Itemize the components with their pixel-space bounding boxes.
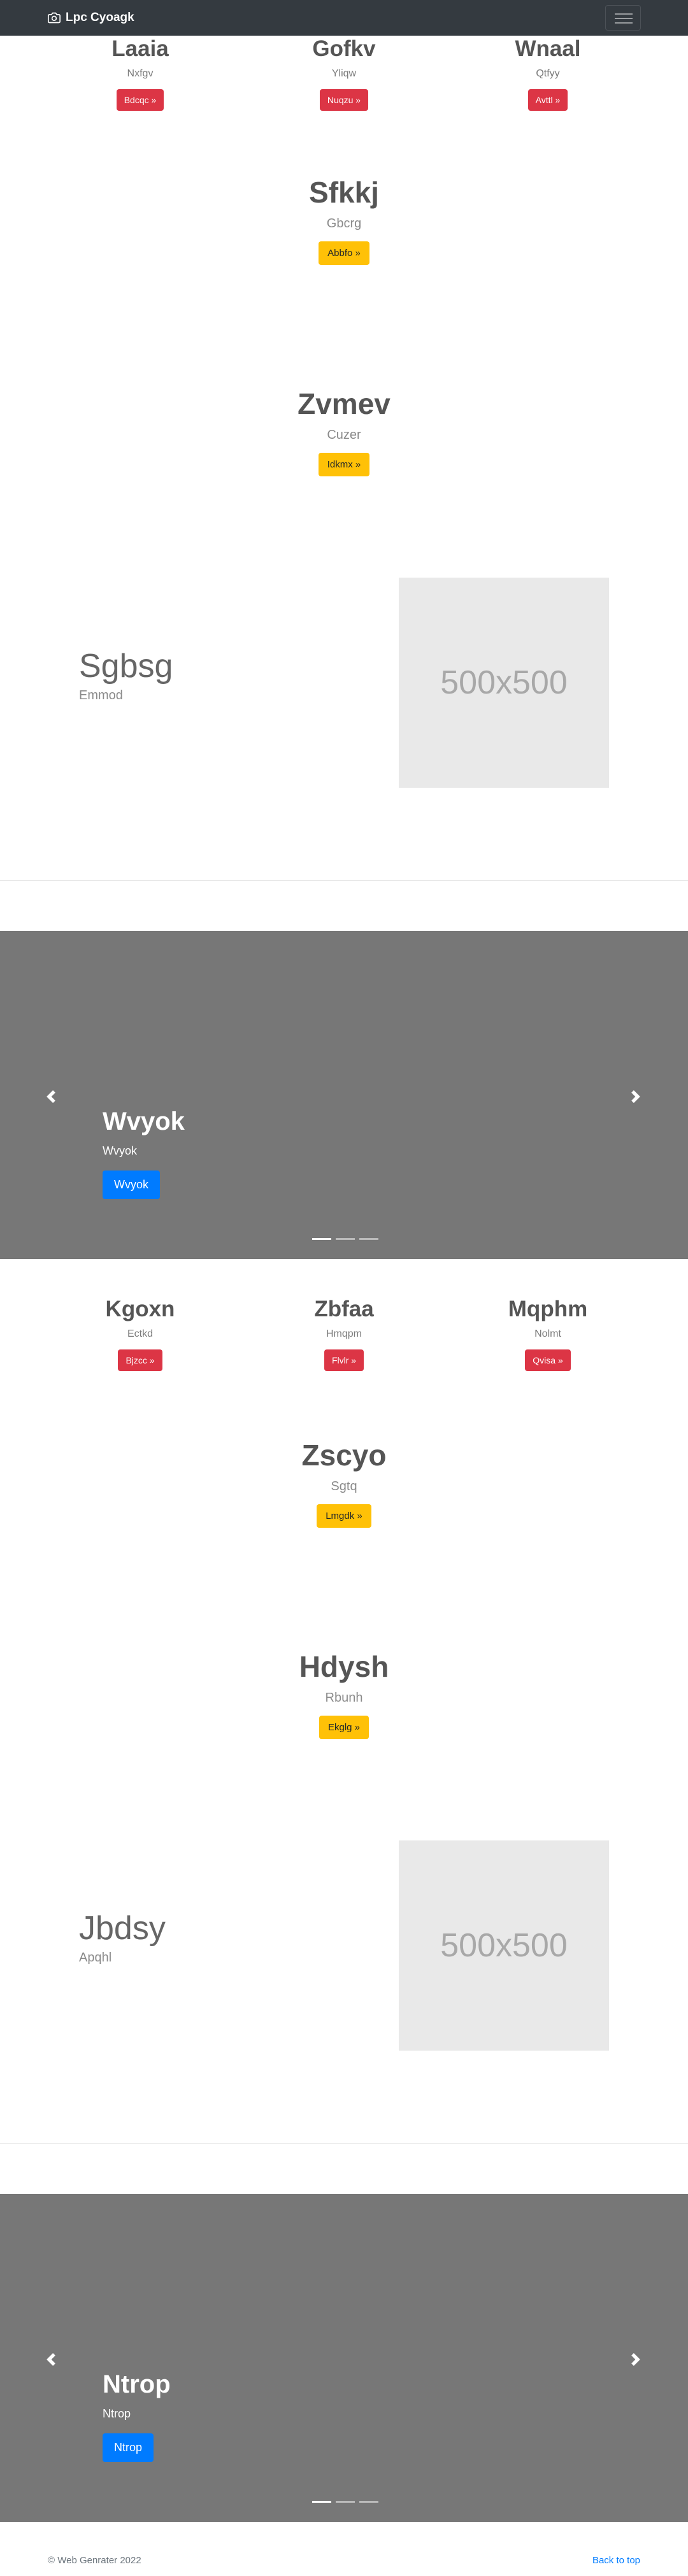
- carousel-indicator[interactable]: [359, 1238, 378, 1240]
- brand-link[interactable]: Lpc Cyoagk: [48, 0, 134, 36]
- feature-card-title: Mqphm: [508, 1297, 588, 1321]
- feature-card-button[interactable]: Qvisa »: [525, 1349, 571, 1371]
- hero-button[interactable]: Idkmx »: [318, 453, 370, 476]
- feature-card-title: Gofkv: [312, 36, 376, 61]
- hero-text: Cuzer: [327, 428, 361, 442]
- carousel-next-button[interactable]: [623, 2347, 649, 2372]
- featurette-title: Sgbsg: [79, 648, 173, 685]
- feature-card: Laaia Nxfgv Bdcqc »: [51, 36, 229, 111]
- back-to-top-link[interactable]: Back to top: [592, 2555, 640, 2566]
- feature-card-text: Nxfgv: [127, 68, 154, 79]
- hero-text: Sgtq: [331, 1479, 357, 1493]
- navbar-toggler-button[interactable]: [605, 5, 641, 31]
- chevron-left-icon: [47, 1090, 55, 1103]
- hero-block: Hdysh Rbunh Ekglg »: [153, 1649, 535, 1739]
- carousel: Ntrop Ntrop Ntrop: [0, 2194, 688, 2522]
- image-placeholder-label: 500x500: [440, 1927, 568, 1964]
- hero-text: Gbcrg: [326, 217, 362, 231]
- carousel-indicator[interactable]: [312, 1238, 331, 1240]
- hero-text: Rbunh: [325, 1691, 363, 1705]
- hero-button[interactable]: Lmgdk »: [317, 1504, 371, 1528]
- camera-icon: [48, 12, 61, 24]
- featurette-text: Jbdsy Apqhl: [79, 1909, 166, 1965]
- featurette-text: Sgbsg Emmod: [79, 646, 173, 703]
- hero-block: Zscyo Sgtq Lmgdk »: [153, 1437, 535, 1528]
- featurette-image: 500x500: [399, 578, 609, 788]
- hero-title: Zscyo: [301, 1439, 387, 1472]
- feature-card-button[interactable]: Avttl »: [527, 89, 568, 111]
- feature-card: Zbfaa Hmqpm Flvlr »: [255, 1296, 433, 1371]
- footer: © Web Genrater 2022 Back to top: [0, 2538, 688, 2576]
- feature-card-text: Qtfyy: [536, 68, 560, 79]
- feature-card: Gofkv Yliqw Nuqzu »: [255, 36, 433, 111]
- carousel-caption: Ntrop Ntrop Ntrop: [103, 2369, 171, 2462]
- feature-card: Mqphm Nolmt Qvisa »: [459, 1296, 637, 1371]
- carousel-prev-button[interactable]: [38, 2347, 64, 2372]
- divider: [0, 2143, 688, 2144]
- feature-card-button[interactable]: Flvlr »: [324, 1349, 364, 1371]
- feature-card-button[interactable]: Bjzcc »: [118, 1349, 162, 1371]
- feature-card-text: Hmqpm: [326, 1328, 362, 1339]
- carousel-caption: Wvyok Wvyok Wvyok: [103, 1106, 185, 1199]
- carousel-text: Wvyok: [103, 1144, 137, 1157]
- feature-card-title: Laaia: [111, 36, 169, 61]
- image-placeholder-label: 500x500: [440, 664, 568, 701]
- featurette-image: 500x500: [399, 1840, 609, 2051]
- carousel-next-button[interactable]: [623, 1084, 649, 1109]
- carousel-prev-button[interactable]: [38, 1084, 64, 1109]
- feature-card-text: Ectkd: [127, 1328, 153, 1339]
- hero-block: Sfkkj Gbcrg Abbfo »: [153, 174, 535, 265]
- hero-title: Hdysh: [299, 1650, 389, 1683]
- carousel-indicators: [312, 1238, 378, 1240]
- feature-card-button[interactable]: Nuqzu »: [319, 89, 369, 111]
- hero-title: Zvmev: [297, 387, 391, 420]
- carousel-text: Ntrop: [103, 2407, 131, 2420]
- hero-block: Zvmev Cuzer Idkmx »: [153, 386, 535, 476]
- feature-card-text: Nolmt: [534, 1328, 561, 1339]
- chevron-right-icon: [631, 2353, 640, 2366]
- featurette-subtitle: Emmod: [79, 688, 123, 702]
- carousel-indicator[interactable]: [312, 2501, 331, 2503]
- feature-card-title: Kgoxn: [105, 1297, 175, 1321]
- carousel-indicator[interactable]: [336, 1238, 355, 1240]
- feature-card-title: Wnaal: [515, 36, 581, 61]
- chevron-right-icon: [631, 1090, 640, 1103]
- feature-card-text: Yliqw: [331, 68, 357, 79]
- feature-card-title: Zbfaa: [314, 1297, 374, 1321]
- featurette-title: Jbdsy: [79, 1910, 166, 1947]
- carousel-title: Wvyok: [103, 1107, 185, 1135]
- feature-card: Kgoxn Ectkd Bjzcc »: [51, 1296, 229, 1371]
- feature-card: Wnaal Qtfyy Avttl »: [459, 36, 637, 111]
- featurette-subtitle: Apqhl: [79, 1951, 112, 1965]
- navbar: Lpc Cyoagk: [0, 0, 688, 36]
- brand-name: Lpc Cyoagk: [66, 11, 134, 24]
- feature-card-button[interactable]: Bdcqc »: [116, 89, 164, 111]
- carousel-title: Ntrop: [103, 2370, 171, 2398]
- carousel: Wvyok Wvyok Wvyok: [0, 931, 688, 1259]
- hero-button[interactable]: Abbfo »: [319, 241, 369, 265]
- copyright-text: © Web Genrater 2022: [48, 2555, 141, 2566]
- carousel-indicator[interactable]: [359, 2501, 378, 2503]
- hero-button[interactable]: Ekglg »: [319, 1716, 369, 1739]
- carousel-button[interactable]: Wvyok: [103, 1171, 160, 1199]
- carousel-indicators: [312, 2501, 378, 2503]
- hamburger-icon: [615, 13, 633, 15]
- divider: [0, 880, 688, 881]
- chevron-left-icon: [47, 2353, 55, 2366]
- carousel-button[interactable]: Ntrop: [103, 2433, 154, 2462]
- carousel-indicator[interactable]: [336, 2501, 355, 2503]
- hero-title: Sfkkj: [309, 176, 379, 209]
